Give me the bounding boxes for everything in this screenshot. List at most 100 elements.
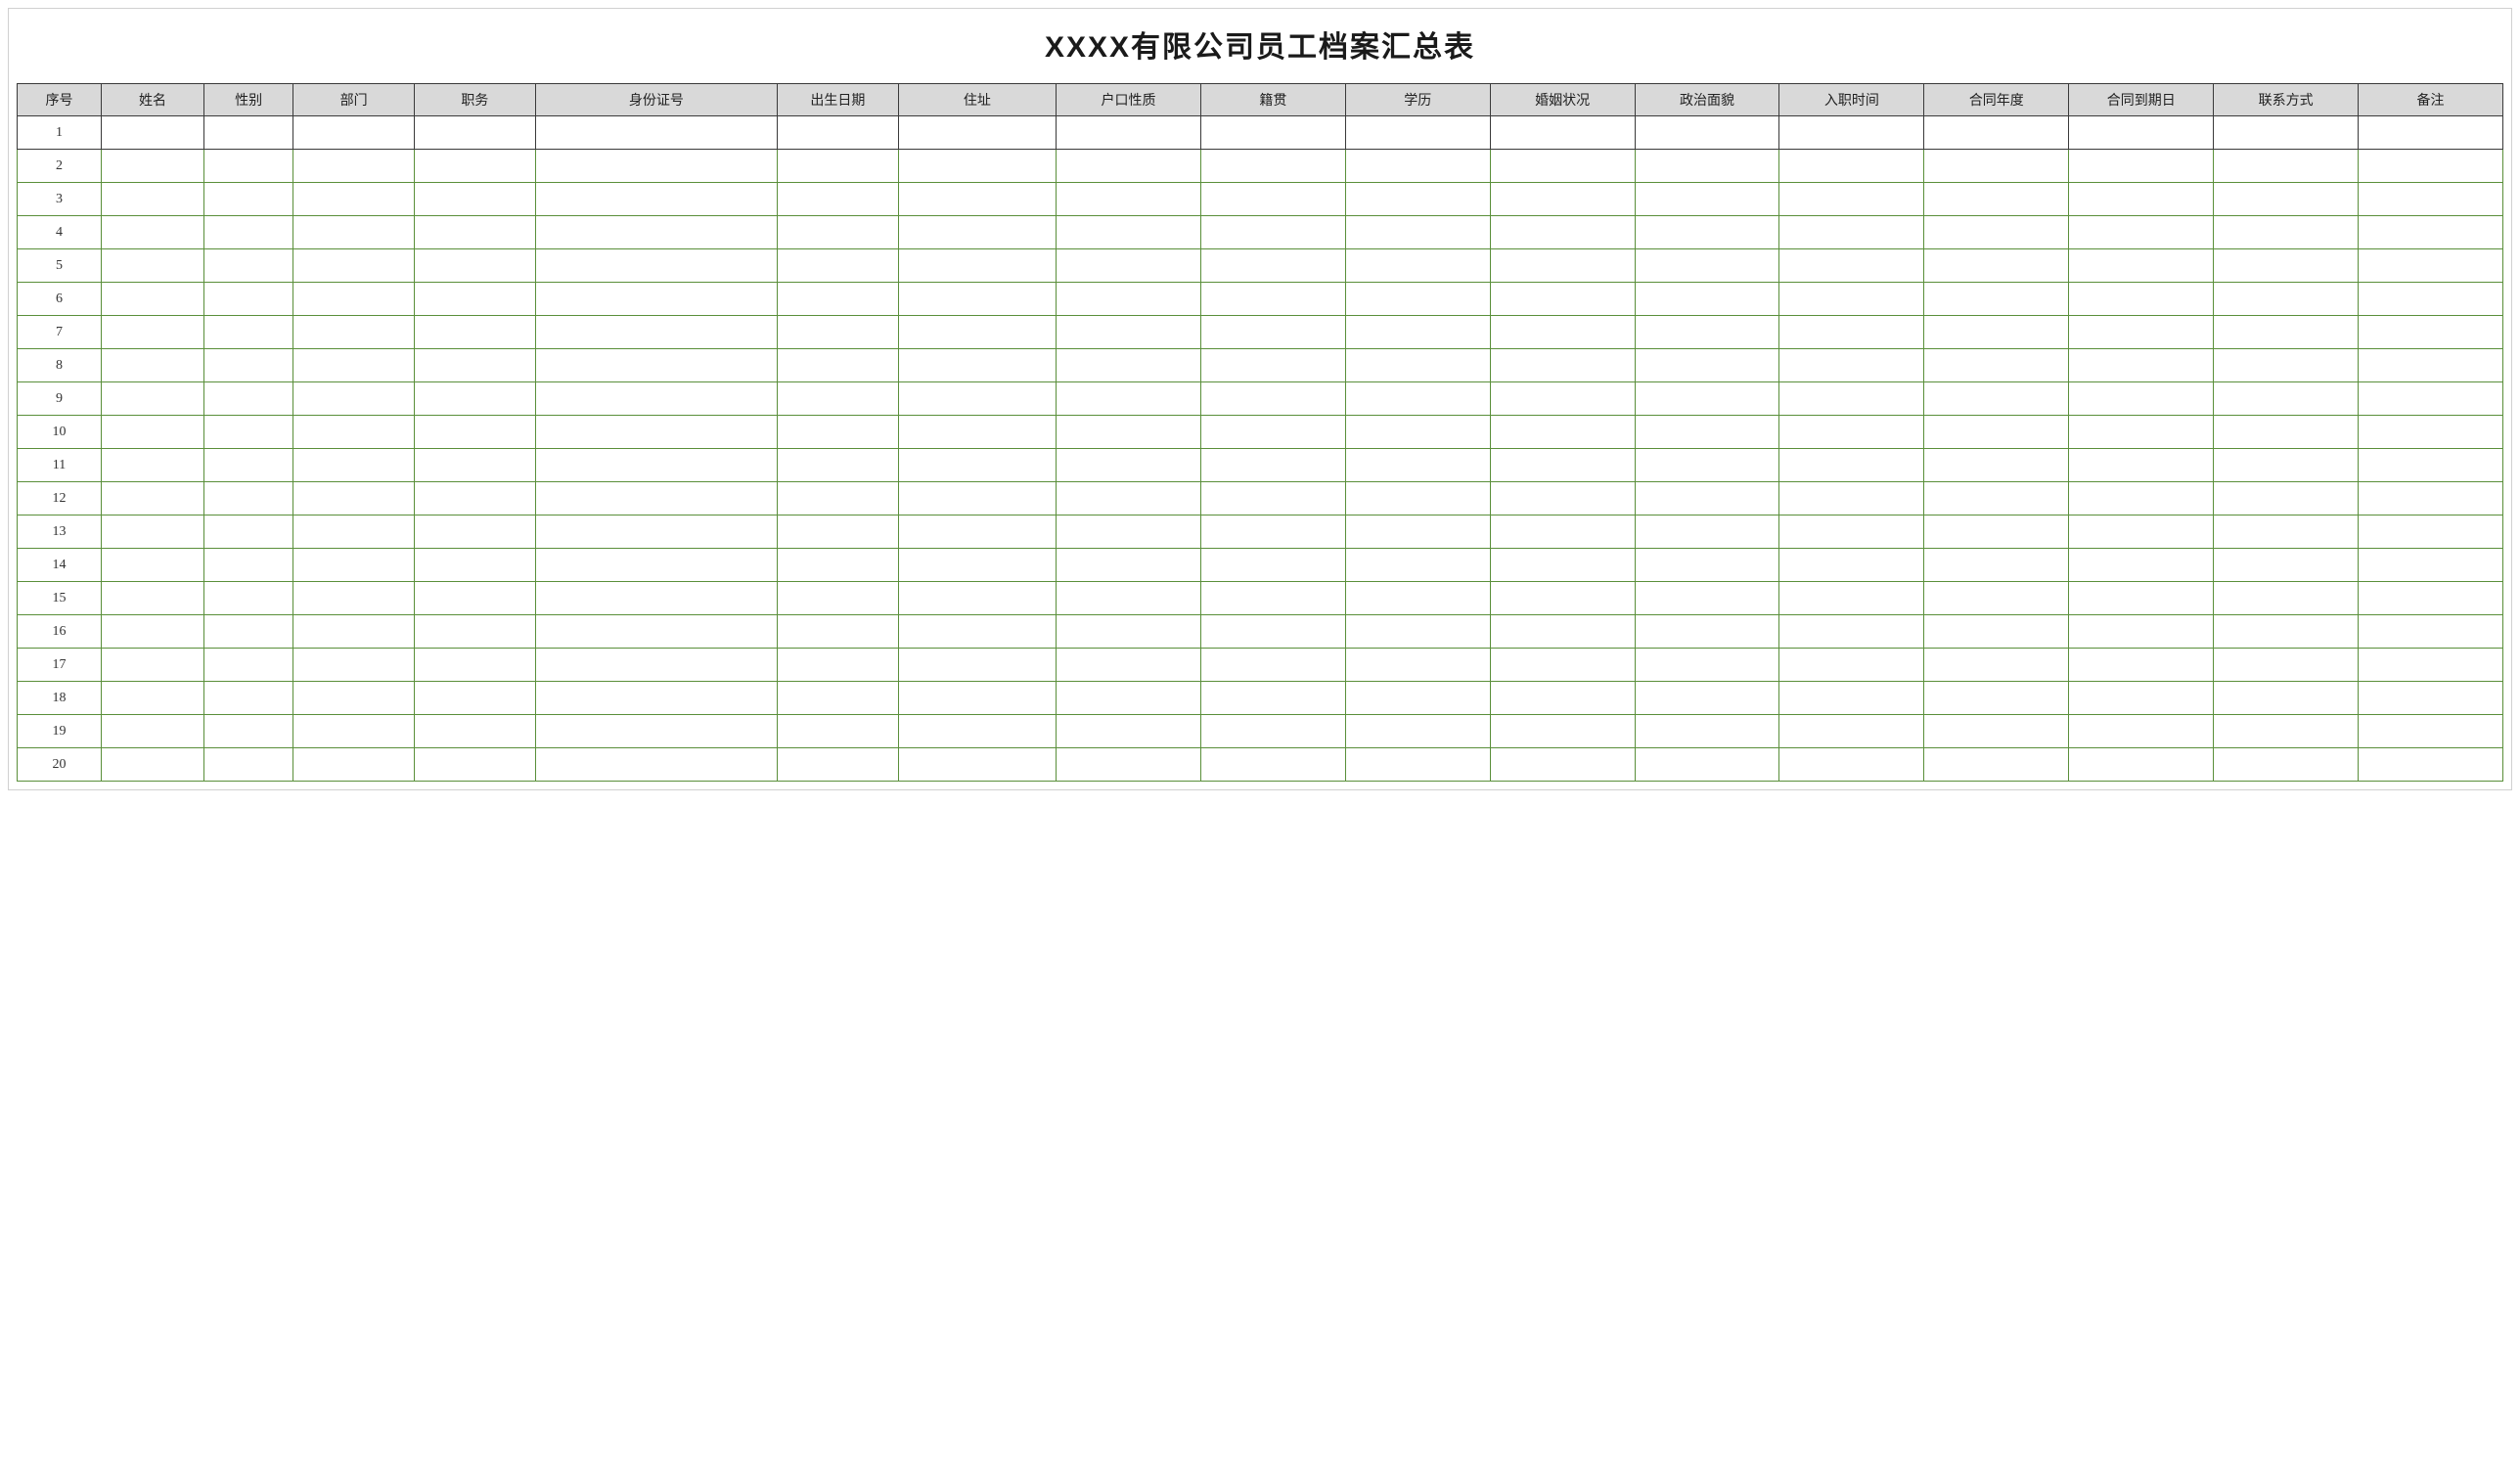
table-cell — [1490, 249, 1635, 283]
table-cell — [414, 615, 535, 649]
table-cell — [2214, 183, 2359, 216]
table-cell — [2069, 549, 2214, 582]
table-cell — [203, 216, 292, 249]
table-cell — [1635, 349, 1779, 382]
table-cell — [1200, 615, 1345, 649]
table-cell — [1057, 349, 1201, 382]
row-seq-cell: 17 — [18, 649, 102, 682]
table-cell — [293, 316, 415, 349]
table-cell — [1345, 349, 1490, 382]
table-cell — [203, 615, 292, 649]
table-cell — [898, 283, 1056, 316]
table-cell — [1200, 748, 1345, 782]
table-cell — [1779, 515, 1924, 549]
table-cell — [1635, 150, 1779, 183]
table-cell — [1345, 116, 1490, 150]
table-cell — [535, 416, 777, 449]
table-cell — [1200, 449, 1345, 482]
table-cell — [1057, 715, 1201, 748]
table-cell — [1924, 150, 2069, 183]
table-row: 14 — [18, 549, 2503, 582]
table-cell — [2214, 615, 2359, 649]
table-cell — [1490, 549, 1635, 582]
table-cell — [1635, 283, 1779, 316]
table-row: 18 — [18, 682, 2503, 715]
table-cell — [1924, 682, 2069, 715]
table-cell — [898, 449, 1056, 482]
table-cell — [414, 116, 535, 150]
table-row: 6 — [18, 283, 2503, 316]
table-header-cell: 住址 — [898, 84, 1056, 116]
table-cell — [102, 349, 204, 382]
table-row: 10 — [18, 416, 2503, 449]
table-cell — [1924, 649, 2069, 682]
table-cell — [898, 615, 1056, 649]
table-cell — [2069, 715, 2214, 748]
table-cell — [1057, 682, 1201, 715]
table-cell — [535, 682, 777, 715]
table-cell — [1779, 283, 1924, 316]
table-cell — [1345, 715, 1490, 748]
table-cell — [293, 416, 415, 449]
table-header-cell: 序号 — [18, 84, 102, 116]
table-header-cell: 出生日期 — [778, 84, 899, 116]
table-cell — [1200, 349, 1345, 382]
table-cell — [203, 382, 292, 416]
table-cell — [2214, 249, 2359, 283]
table-cell — [1490, 183, 1635, 216]
table-cell — [203, 715, 292, 748]
table-cell — [102, 249, 204, 283]
table-cell — [2069, 649, 2214, 682]
table-cell — [2359, 249, 2503, 283]
table-cell — [1490, 316, 1635, 349]
table-cell — [1057, 283, 1201, 316]
table-cell — [778, 549, 899, 582]
table-header-cell: 政治面貌 — [1635, 84, 1779, 116]
row-seq-cell: 14 — [18, 549, 102, 582]
table-cell — [1200, 150, 1345, 183]
table-cell — [2214, 382, 2359, 416]
document-title: XXXX有限公司员工档案汇总表 — [17, 22, 2503, 66]
table-cell — [203, 449, 292, 482]
table-cell — [102, 649, 204, 682]
table-cell — [535, 549, 777, 582]
table-cell — [102, 515, 204, 549]
table-cell — [414, 649, 535, 682]
table-header-cell: 姓名 — [102, 84, 204, 116]
table-cell — [898, 515, 1056, 549]
table-cell — [535, 216, 777, 249]
table-cell — [1635, 515, 1779, 549]
table-cell — [1345, 649, 1490, 682]
table-cell — [1345, 382, 1490, 416]
table-header-cell: 合同到期日 — [2069, 84, 2214, 116]
row-seq-cell: 19 — [18, 715, 102, 748]
table-cell — [1057, 748, 1201, 782]
table-header-cell: 籍贯 — [1200, 84, 1345, 116]
table-cell — [203, 349, 292, 382]
table-cell — [1635, 382, 1779, 416]
table-cell — [2069, 216, 2214, 249]
table-cell — [1635, 649, 1779, 682]
table-cell — [1924, 116, 2069, 150]
table-row: 13 — [18, 515, 2503, 549]
table-cell — [1635, 582, 1779, 615]
table-cell — [898, 249, 1056, 283]
table-cell — [1490, 715, 1635, 748]
table-cell — [1200, 482, 1345, 515]
table-cell — [2214, 748, 2359, 782]
table-row: 17 — [18, 649, 2503, 682]
table-cell — [1057, 449, 1201, 482]
table-cell — [898, 649, 1056, 682]
table-cell — [1924, 582, 2069, 615]
table-cell — [1635, 482, 1779, 515]
table-cell — [102, 449, 204, 482]
table-cell — [2069, 382, 2214, 416]
table-cell — [778, 382, 899, 416]
table-cell — [1924, 316, 2069, 349]
table-cell — [2359, 515, 2503, 549]
table-cell — [1490, 150, 1635, 183]
table-cell — [1200, 549, 1345, 582]
table-cell — [1779, 715, 1924, 748]
table-cell — [2069, 349, 2214, 382]
table-row: 16 — [18, 615, 2503, 649]
